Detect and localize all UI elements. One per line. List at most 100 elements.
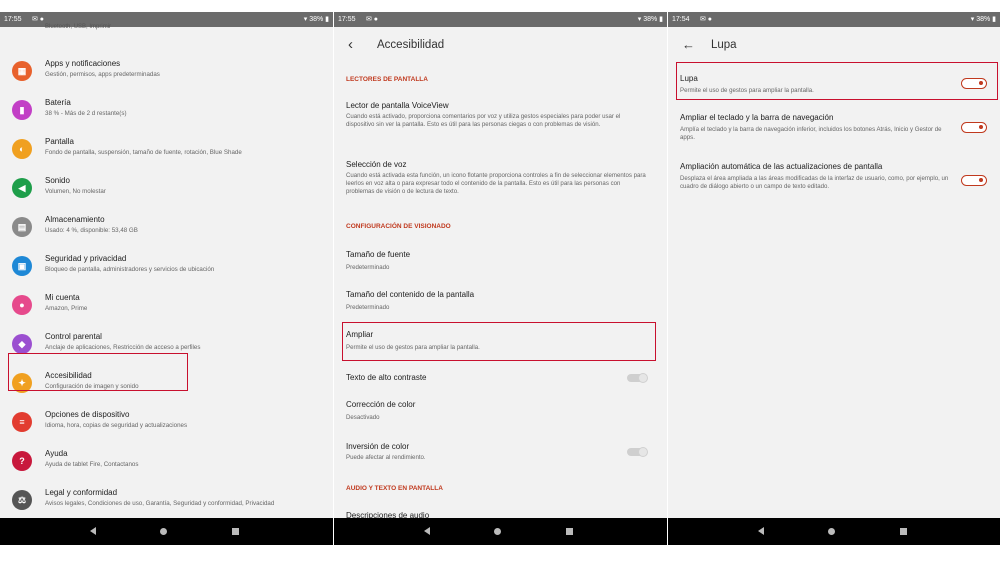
keyboard-magnify-title: Ampliar el teclado y la barra de navegac…: [680, 113, 834, 122]
content-size-value: Predeterminado: [346, 304, 390, 311]
settings-item-subtitle: Ayuda de tablet Fire, Contactanos: [45, 461, 139, 468]
truncated-item-subtitle: Bluetooth, USB, Imprimir: [45, 24, 112, 30]
page-title: Accesibilidad: [377, 39, 445, 51]
icon-glyph: ▣: [17, 260, 27, 271]
voiceview-subtitle: Cuando está activado, proporciona coment…: [346, 113, 621, 128]
lock-icon: ▣: [12, 256, 32, 276]
status-time: 17:55: [338, 16, 356, 23]
settings-item[interactable]: ⚖ Legal y conformidad Avisos legales, Cond…: [0, 482, 333, 521]
highlight-accessibility: [8, 353, 188, 391]
toggle-knob: [979, 178, 983, 182]
accessibility-panel: 17:55 ✉ ● ▾ 38% ▮ ‹ Accesibilidad LECTOR…: [334, 12, 667, 545]
notification-icons: ✉ ●: [32, 16, 45, 23]
settings-item-title: Mi cuenta: [45, 293, 80, 302]
magnifier-panel: 17:54 ✉ ● ▾ 38% ▮ ← Lupa Lupa Permite el…: [668, 12, 1000, 545]
settings-item[interactable]: ▣ Seguridad y privacidad Bloqueo de pantal…: [0, 248, 333, 287]
status-time: 17:54: [672, 16, 690, 23]
toggle-knob: [979, 81, 983, 85]
parental-icon: ◆: [12, 334, 32, 354]
page-title: Lupa: [711, 39, 737, 51]
auto-magnify-toggle[interactable]: [961, 175, 987, 186]
nav-recents-button[interactable]: [566, 518, 573, 545]
nav-home-button[interactable]: [828, 518, 835, 545]
toggle-knob: [638, 447, 648, 457]
screenshot-stage: 17:55 ✉ ● ▾ 38% ▮ Bluetooth, USB, Imprim…: [0, 0, 1000, 567]
color-inversion-title: Inversión de color: [346, 442, 410, 451]
nav-home-button[interactable]: [160, 518, 167, 545]
settings-item-title: Legal y conformidad: [45, 488, 118, 497]
lupa-toggle[interactable]: [961, 78, 987, 89]
color-correction-title: Corrección de color: [346, 400, 416, 409]
magnify-title: Ampliar: [346, 330, 374, 339]
settings-item-title: Control parental: [45, 332, 102, 341]
notification-icons: ✉ ●: [366, 16, 379, 23]
settings-item[interactable]: ? Ayuda Ayuda de tablet Fire, Contactanos: [0, 443, 333, 482]
keyboard-magnify-toggle[interactable]: [961, 122, 987, 133]
home-circle-icon: [494, 527, 501, 535]
nav-back-button[interactable]: [758, 518, 764, 545]
settings-panel: 17:55 ✉ ● ▾ 38% ▮ Bluetooth, USB, Imprim…: [0, 12, 333, 545]
settings-item[interactable]: ▤ Almacenamiento Usado: 4 %, disponible: 5…: [0, 209, 333, 248]
status-bar: 17:55 ✉ ● ▾ 38% ▮: [334, 12, 667, 27]
back-chevron-icon[interactable]: ‹: [348, 36, 353, 53]
settings-item[interactable]: ◀ Sonido Volumen, No molestar: [0, 170, 333, 209]
battery-status: ▾ 38% ▮: [637, 16, 663, 23]
status-time: 17:55: [4, 16, 22, 23]
voiceview-title: Lector de pantalla VoiceView: [346, 101, 449, 110]
toggle-knob: [979, 125, 983, 129]
settings-item-title: Apps y notificaciones: [45, 59, 121, 68]
font-size-title: Tamaño de fuente: [346, 250, 411, 259]
settings-item[interactable]: ◐ Pantalla Fondo de pantalla, suspensión, …: [0, 131, 333, 170]
nav-recents-button[interactable]: [232, 518, 239, 545]
settings-item[interactable]: ≡ Opciones de dispositivo Idioma, hora, co…: [0, 404, 333, 443]
battery-status: ▾ 38% ▮: [303, 16, 329, 23]
settings-item[interactable]: ● Mi cuenta Amazon, Prime: [0, 287, 333, 326]
settings-item-title: Ayuda: [45, 449, 68, 458]
icon-glyph: ≡: [19, 416, 25, 427]
color-correction-value: Desactivado: [346, 414, 380, 421]
status-bar: 17:54 ✉ ● ▾ 38% ▮: [668, 12, 1000, 27]
settings-item-subtitle: Volumen, No molestar: [45, 188, 106, 195]
color-inversion-toggle[interactable]: [627, 447, 648, 457]
storage-icon: ▤: [12, 217, 32, 237]
nav-back-button[interactable]: [424, 518, 430, 545]
recents-square-icon: [900, 527, 907, 535]
settings-item-subtitle: Gestión, permisos, apps predeterminadas: [45, 71, 160, 78]
battery-percent: 38%: [643, 16, 658, 23]
nav-bar: [334, 518, 667, 545]
highlight-magnify: [342, 322, 656, 361]
notification-icons: ✉ ●: [700, 16, 713, 23]
nav-home-button[interactable]: [494, 518, 501, 545]
battery-percent: 38%: [309, 16, 324, 23]
magnify-subtitle: Permite el uso de gestos para ampliar la…: [346, 344, 480, 351]
icon-glyph: ▮: [19, 104, 25, 115]
icon-glyph: ◆: [18, 338, 26, 349]
display-icon: ◐: [12, 139, 32, 159]
settings-item-subtitle: 38 % - Más de 2 d restante(s): [45, 110, 127, 117]
section-header-display: CONFIGURACIÓN DE VISIONADO: [346, 223, 451, 230]
settings-item-subtitle: Avisos legales, Condiciones de uso, Gara…: [45, 500, 275, 507]
settings-item-title: Sonido: [45, 176, 70, 185]
battery-icon: ▮: [12, 100, 32, 120]
lupa-title: Lupa: [680, 74, 698, 83]
nav-recents-button[interactable]: [900, 518, 907, 545]
home-circle-icon: [828, 527, 835, 535]
lupa-subtitle: Permite el uso de gestos para ampliar la…: [680, 87, 814, 94]
back-arrow-icon[interactable]: ←: [682, 37, 695, 52]
recents-square-icon: [566, 527, 573, 535]
settings-item[interactable]: ▮ Batería 38 % - Más de 2 d restante(s): [0, 92, 333, 131]
high-contrast-toggle[interactable]: [627, 373, 648, 383]
nav-bar: [668, 518, 1000, 545]
icon-glyph: ◀: [18, 182, 26, 193]
auto-magnify-subtitle: Desplaza el área ampliada a las áreas mo…: [680, 175, 949, 190]
icon-glyph: ●: [19, 299, 25, 310]
device-options-icon: ≡: [12, 412, 32, 432]
app-header: ‹ Accesibilidad: [334, 27, 667, 65]
font-size-value: Predeterminado: [346, 264, 390, 271]
nav-back-button[interactable]: [90, 518, 96, 545]
help-icon: ?: [12, 451, 32, 471]
settings-item[interactable]: ▦ Apps y notificaciones Gestión, permisos,…: [0, 53, 333, 92]
color-inversion-subtitle: Puede afectar al rendimiento.: [346, 454, 426, 461]
app-header: ← Lupa: [668, 27, 1000, 65]
back-triangle-icon: [90, 527, 96, 536]
